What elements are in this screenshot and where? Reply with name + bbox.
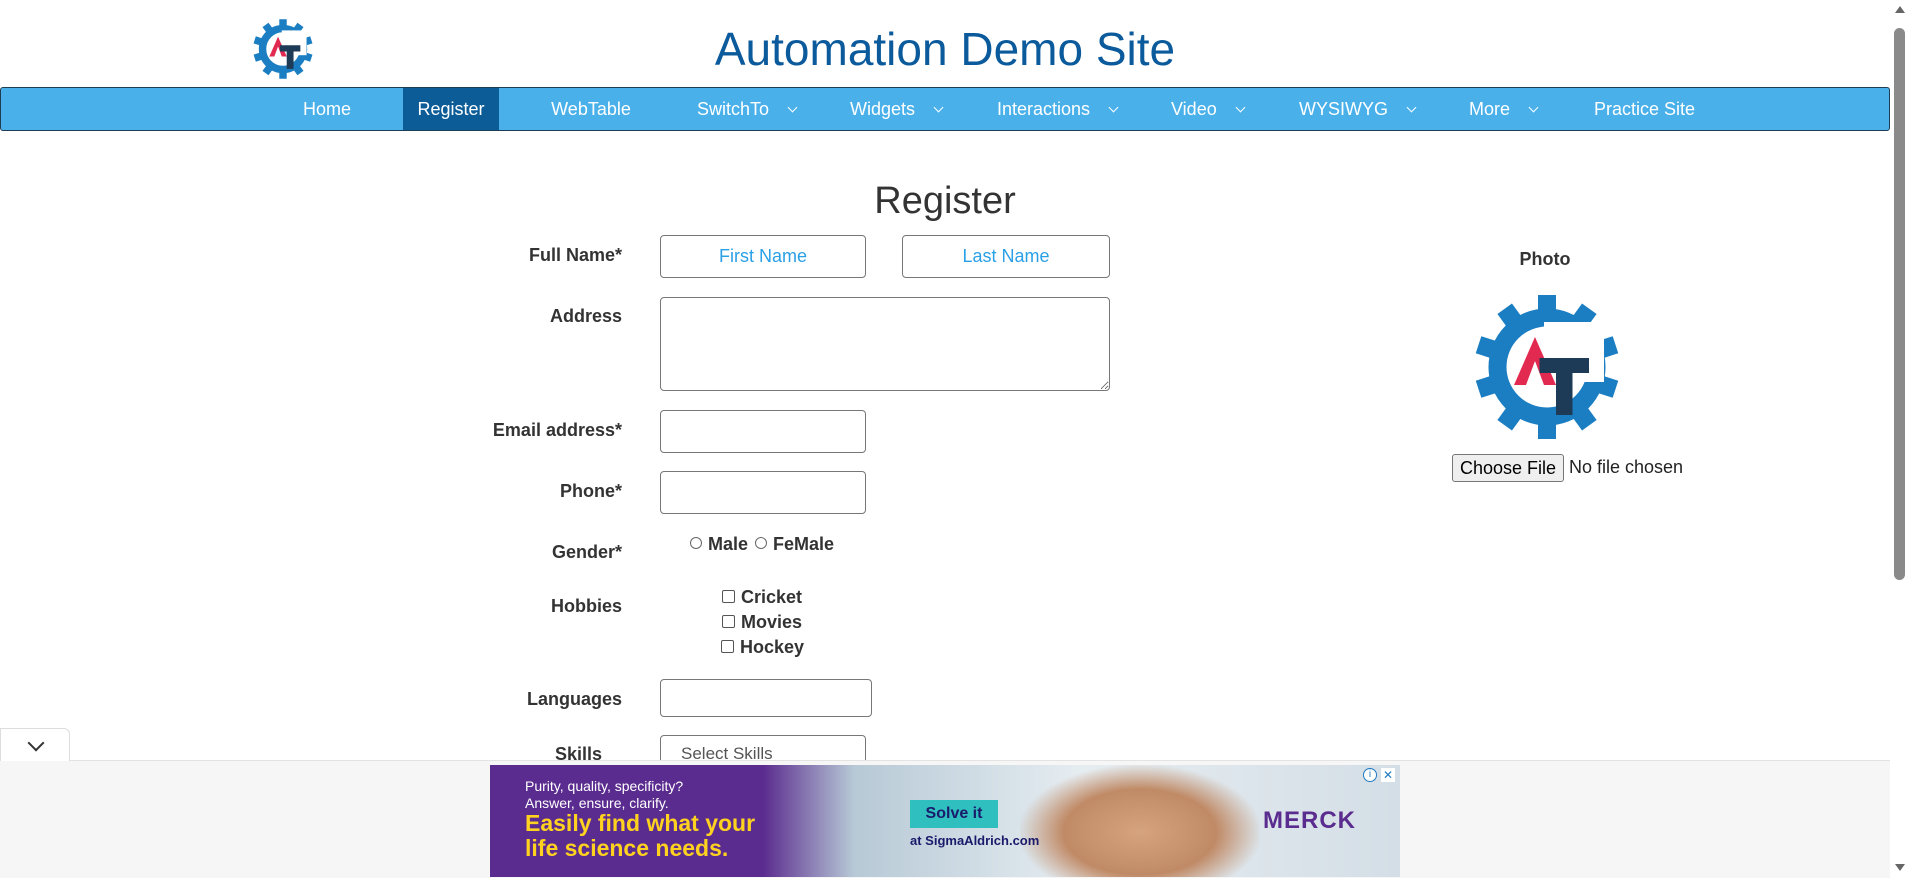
chevron-down-icon: [1108, 102, 1119, 113]
nav-interactions[interactable]: Interactions: [997, 88, 1119, 130]
email-field[interactable]: [660, 410, 866, 453]
ad-cta-subtext: at SigmaAldrich.com: [910, 833, 1040, 848]
gender-male-label: Male: [708, 534, 749, 554]
hobby-cricket-label: Cricket: [741, 587, 803, 607]
languages-input[interactable]: [660, 679, 872, 717]
nav-register-label: Register: [417, 99, 485, 119]
nav-webtable[interactable]: WebTable: [541, 88, 641, 130]
nav-more-label: More: [1469, 99, 1511, 119]
languages-label: Languages: [526, 689, 622, 709]
ad-brand-logo: MERCK: [1263, 807, 1356, 834]
page-scrollbar[interactable]: [1890, 0, 1910, 877]
chevron-down-icon: [787, 102, 798, 113]
ad-info-icon[interactable]: i: [1363, 768, 1377, 782]
nav-register[interactable]: Register: [403, 88, 499, 130]
checkbox-cricket[interactable]: [722, 589, 735, 603]
ad-headline-2: life science needs.: [525, 835, 729, 861]
file-status-text: No file chosen: [1569, 457, 1684, 477]
ad-headline-1: Easily find what your: [525, 810, 756, 836]
radio-female[interactable]: [755, 537, 767, 550]
hobby-movies-label: Movies: [741, 612, 803, 632]
page-title: Register: [874, 180, 1016, 222]
nav-switchto-label: SwitchTo: [697, 99, 770, 119]
main-navbar: Home Register WebTable SwitchTo Widgets …: [0, 87, 1890, 131]
skills-select-value: Select Skills: [681, 744, 773, 760]
skills-label: Skills: [554, 744, 602, 760]
hobbies-label: Hobbies: [550, 596, 622, 616]
email-label: Email address*: [492, 420, 622, 440]
ad-close-icon[interactable]: ✕: [1381, 768, 1395, 782]
ad-headline: Easily find what your life science needs.: [525, 811, 755, 861]
nav-interactions-label: Interactions: [997, 99, 1091, 119]
hobby-hockey-label: Hockey: [740, 637, 805, 657]
ad-photo: [1020, 765, 1260, 877]
nav-home[interactable]: Home: [287, 88, 367, 130]
checkbox-movies[interactable]: [722, 614, 735, 628]
photo-preview-logo-icon: [1475, 295, 1619, 439]
phone-label: Phone*: [559, 481, 622, 501]
address-label: Address: [549, 306, 622, 326]
nav-widgets-label: Widgets: [850, 99, 916, 119]
nav-switchto[interactable]: SwitchTo: [697, 88, 798, 130]
phone-field[interactable]: [660, 471, 866, 514]
nav-video-label: Video: [1171, 99, 1217, 119]
site-title: Automation Demo Site: [714, 23, 1176, 75]
advertisement-banner[interactable]: Purity, quality, specificity? Answer, ens…: [490, 765, 1400, 877]
radio-male[interactable]: [690, 537, 702, 550]
nav-wysiwyg-label: WYSIWYG: [1299, 99, 1388, 119]
first-name-input[interactable]: [660, 235, 866, 278]
nav-home-label: Home: [302, 99, 351, 119]
chevron-down-icon: [1235, 102, 1246, 113]
gender-female-label: FeMale: [773, 534, 835, 554]
scrollbar-thumb[interactable]: [1894, 28, 1905, 580]
skills-row-clip: Skills Select Skills: [0, 730, 1890, 760]
full-name-label: Full Name*: [528, 245, 622, 265]
chevron-down-icon: [27, 734, 45, 752]
ad-line-2: Answer, ensure, clarify.: [525, 795, 669, 811]
choose-file-button[interactable]: Choose File: [1452, 454, 1565, 482]
nav-video[interactable]: Video: [1171, 88, 1246, 130]
scroll-up-arrow-icon[interactable]: [1895, 6, 1905, 13]
hobby-hockey-option[interactable]: Hockey: [721, 637, 804, 658]
nav-webtable-label: WebTable: [551, 99, 631, 119]
hobby-movies-option[interactable]: Movies: [722, 612, 802, 633]
nav-more[interactable]: More: [1469, 88, 1539, 130]
gender-female-option[interactable]: FeMale: [755, 534, 834, 555]
nav-widgets[interactable]: Widgets: [850, 88, 944, 130]
ad-line-1: Purity, quality, specificity?: [525, 778, 684, 794]
chevron-down-icon: [1528, 102, 1539, 113]
skills-select[interactable]: Select Skills: [660, 735, 866, 760]
ad-subtext: Purity, quality, specificity? Answer, ens…: [525, 778, 683, 812]
checkbox-hockey[interactable]: [721, 639, 734, 653]
hobby-cricket-option[interactable]: Cricket: [722, 587, 802, 608]
chevron-down-icon: [1406, 102, 1417, 113]
nav-wysiwyg[interactable]: WYSIWYG: [1299, 88, 1417, 130]
gender-male-option[interactable]: Male: [690, 534, 748, 555]
photo-label: Photo: [1519, 249, 1571, 269]
ad-cta-button[interactable]: Solve it: [910, 800, 998, 828]
gender-label: Gender*: [551, 542, 622, 562]
address-textarea[interactable]: [660, 297, 1110, 391]
nav-practice-site[interactable]: Practice Site: [1594, 88, 1695, 130]
scroll-down-arrow-icon[interactable]: [1895, 864, 1905, 871]
chevron-down-icon: [933, 102, 944, 113]
nav-practice-site-label: Practice Site: [1594, 99, 1696, 119]
ad-collapse-tab[interactable]: [0, 728, 70, 761]
last-name-input[interactable]: [902, 235, 1110, 278]
